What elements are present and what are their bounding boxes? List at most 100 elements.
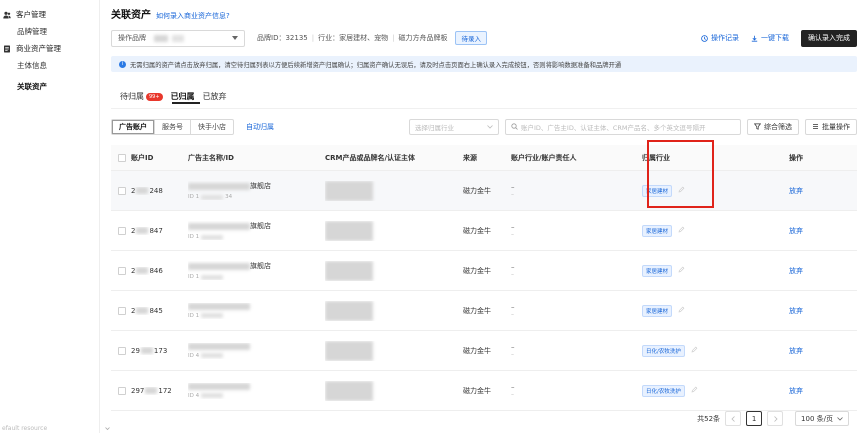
row-checkbox[interactable] — [118, 306, 126, 315]
table-row[interactable]: 297 172 ID 4 磁力金牛 – – 日化/农牧洗护 放弃 — [111, 371, 857, 411]
attributed-industry-cell: 日化/农牧洗护 — [642, 344, 789, 357]
account-id-cell: 2 845 — [131, 307, 188, 315]
row-checkbox[interactable] — [118, 226, 126, 235]
tab-attributed[interactable]: 已归属 — [171, 91, 195, 102]
edit-icon[interactable] — [691, 386, 698, 395]
segment-ad-account[interactable]: 广告账户 — [112, 119, 155, 134]
redacted-text — [188, 302, 250, 310]
status-tabs: 待归属 99+ 已归属 已放弃 — [120, 91, 235, 102]
chevron-down-icon — [837, 416, 843, 421]
abandon-button[interactable]: 放弃 — [789, 387, 803, 395]
account-id-cell: 2 846 — [131, 267, 188, 275]
table-row[interactable]: 29 173 ID 4 磁力金牛 – – 日化/农牧洗护 放弃 — [111, 331, 857, 371]
brand-toolbar: 操作品牌 品牌ID：32135 | 行业：家居建材、宠物 | 磁力方舟品牌板 待录入 操… — [111, 29, 857, 47]
account-industry-cell: – – — [511, 303, 515, 318]
brand-id: 品牌ID：32135 — [257, 34, 308, 42]
composite-filter-label: 综合筛选 — [764, 122, 792, 131]
tab-abandoned[interactable]: 已放弃 — [203, 91, 227, 102]
advertiser-id: ID 1 — [188, 274, 200, 280]
redacted-text — [325, 380, 373, 401]
total-count: 共52条 — [697, 414, 721, 423]
batch-operation-button[interactable]: 批量操作 — [805, 118, 857, 135]
auto-attribute-link[interactable]: 自动归属 — [246, 122, 274, 132]
account-id-suffix: 846 — [149, 266, 163, 275]
account-id-prefix: 2 — [131, 306, 136, 315]
advertiser-name-suffix: 旗舰店 — [250, 262, 271, 270]
confirm-entry-button[interactable]: 确认录入完成 — [801, 29, 857, 47]
edit-icon[interactable] — [691, 346, 698, 355]
page-header: 关联资产 如何录入商业资产信息? — [111, 6, 230, 21]
edit-icon[interactable] — [678, 266, 685, 275]
info-icon: i — [119, 60, 126, 68]
search-placeholder: 账户ID、广告主ID、认证主体、CRM产品名、多个英文逗号隔开 — [521, 123, 706, 132]
abandon-button[interactable]: 放弃 — [789, 347, 803, 355]
redacted-text — [325, 340, 373, 361]
brand-select[interactable]: 操作品牌 — [111, 29, 245, 47]
advertiser-id: ID 4 — [188, 392, 200, 399]
current-page-button[interactable]: 1 — [746, 411, 763, 426]
header-actions: 操作记录 一键下载 确认录入完成 — [689, 29, 857, 47]
row-checkbox[interactable] — [118, 266, 126, 275]
page-size-label: 100 条/页 — [801, 414, 833, 423]
abandon-button[interactable]: 放弃 — [789, 267, 803, 275]
row-checkbox[interactable] — [118, 346, 126, 355]
search-input[interactable]: 账户ID、广告主ID、认证主体、CRM产品名、多个英文逗号隔开 — [505, 118, 741, 135]
download-button[interactable]: 一键下载 — [751, 33, 789, 43]
page-size-select[interactable]: 100 条/页 — [795, 411, 849, 426]
table-row[interactable]: 2 248 旗舰店 ID 1 34 磁力金牛 – – 家居建材 放弃 — [111, 171, 857, 211]
operation-log-label: 操作记录 — [711, 34, 739, 42]
redacted-text — [201, 194, 224, 200]
edit-icon[interactable] — [678, 226, 685, 235]
sidebar-item-linked-assets[interactable]: 关联资产 — [0, 76, 99, 97]
source-cell: 磁力金牛 — [463, 266, 491, 275]
collapse-sidebar-icon[interactable] — [104, 425, 111, 433]
column-header: CRM产品或品牌名/认证主体 — [325, 153, 416, 162]
sidebar-group-customer[interactable]: 客户管理 — [0, 8, 99, 21]
industry-tag: 家居建材 — [642, 304, 673, 317]
abandon-button[interactable]: 放弃 — [789, 227, 803, 235]
abandon-button[interactable]: 放弃 — [789, 187, 803, 195]
chevron-down-icon — [487, 123, 493, 131]
sidebar-item-brand[interactable]: 品牌管理 — [0, 21, 99, 42]
attributed-industry-cell: 家居建材 — [642, 304, 789, 317]
advertiser-cell: ID 4 — [188, 382, 325, 399]
sidebar-group-assets[interactable]: 商业资产管理 — [0, 42, 99, 55]
account-id-prefix: 29 — [131, 346, 140, 355]
table-row[interactable]: 2 847 旗舰店 ID 1 磁力金牛 – – 家居建材 放弃 — [111, 211, 857, 251]
column-header: 操作 — [789, 153, 803, 162]
redacted-text — [201, 393, 224, 398]
advertiser-id: ID 4 — [188, 352, 200, 359]
crm-cell — [325, 260, 463, 281]
composite-filter-button[interactable]: 综合筛选 — [747, 118, 799, 135]
redacted-text — [188, 342, 250, 350]
next-page-button[interactable] — [767, 411, 784, 426]
redacted-text — [201, 313, 224, 318]
redacted-brand — [172, 34, 184, 42]
advertiser-name-suffix: 旗舰店 — [250, 182, 271, 190]
operation-log-button[interactable]: 操作记录 — [701, 33, 739, 43]
prev-page-button[interactable] — [725, 411, 742, 426]
row-checkbox[interactable] — [118, 386, 126, 395]
table-row[interactable]: 2 845 ID 1 磁力金牛 – – 家居建材 放弃 — [111, 291, 857, 331]
segment-service-account[interactable]: 服务号 — [155, 119, 191, 134]
source-cell: 磁力金牛 — [463, 226, 491, 235]
tab-pending[interactable]: 待归属 99+ — [120, 91, 163, 102]
table-row[interactable]: 2 846 旗舰店 ID 1 磁力金牛 – – 家居建材 放弃 — [111, 251, 857, 291]
select-all-checkbox[interactable] — [118, 153, 126, 162]
list-icon — [813, 124, 818, 129]
help-link[interactable]: 如何录入商业资产信息? — [156, 11, 230, 21]
segment-kuaishou-store[interactable]: 快手小店 — [191, 120, 233, 134]
tab-label: 待归属 — [120, 92, 144, 101]
edit-icon[interactable] — [678, 306, 685, 315]
redacted-text — [325, 220, 373, 241]
account-industry-cell: – – — [511, 343, 515, 358]
abandon-button[interactable]: 放弃 — [789, 307, 803, 315]
filter-icon — [754, 123, 761, 130]
row-checkbox[interactable] — [118, 186, 126, 195]
sidebar-item-entity[interactable]: 主体信息 — [0, 55, 99, 76]
sidebar-group-label: 客户管理 — [16, 10, 46, 19]
clock-icon — [701, 34, 708, 42]
industry-filter-select[interactable]: 选择归属行业 — [409, 118, 499, 135]
redacted-text — [201, 234, 224, 240]
account-id-suffix: 173 — [153, 346, 168, 355]
